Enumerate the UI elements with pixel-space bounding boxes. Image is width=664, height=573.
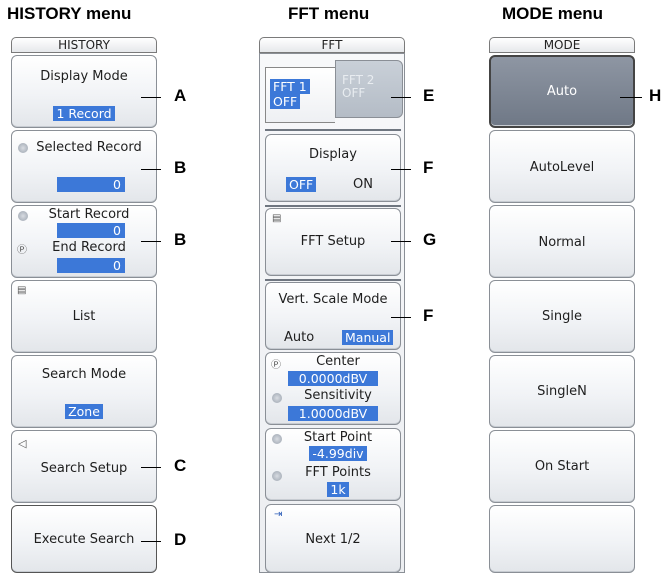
mode-menu-heading: MODE menu bbox=[502, 4, 604, 23]
tab-fft2[interactable]: FFT 2 OFF bbox=[335, 60, 403, 118]
callout-line bbox=[391, 169, 411, 170]
tab-fft1[interactable]: FFT 1 OFF bbox=[265, 67, 335, 123]
callout-line bbox=[141, 467, 161, 468]
sensitivity-label: Sensitivity bbox=[304, 388, 372, 403]
divider bbox=[265, 279, 401, 281]
mode-singlen-label: SingleN bbox=[537, 384, 587, 399]
mode-auto-label: Auto bbox=[546, 84, 578, 99]
search-mode-label: Search Mode bbox=[41, 367, 127, 382]
start-end-record-button[interactable]: Start Record 0 Ⓟ End Record 0 bbox=[11, 205, 157, 278]
tab-fft1-line1: FFT 1 bbox=[270, 79, 310, 94]
execute-search-label: Execute Search bbox=[33, 532, 135, 547]
end-record-value: 0 bbox=[57, 258, 125, 273]
callout-line bbox=[141, 97, 161, 98]
callout-b2: B bbox=[174, 230, 187, 249]
callout-line bbox=[620, 97, 642, 98]
sensitivity-value: 1.0000dBV bbox=[288, 406, 378, 421]
fft-setup-button[interactable]: ▤ FFT Setup bbox=[265, 208, 401, 276]
next-page-label: Next 1/2 bbox=[305, 532, 361, 547]
fft-points-value: 1k bbox=[327, 482, 349, 497]
mode-onstart-button[interactable]: On Start bbox=[489, 430, 635, 503]
vert-scale-mode-label: Vert. Scale Mode bbox=[278, 292, 388, 307]
display-button[interactable]: Display OFF ON bbox=[265, 134, 401, 202]
next-page-icon: ⇥ bbox=[274, 509, 283, 520]
callout-e: E bbox=[423, 86, 435, 105]
center-sensitivity-button[interactable]: Ⓟ Center 0.0000dBV Sensitivity 1.0000dBV bbox=[265, 352, 401, 425]
center-value: 0.0000dBV bbox=[288, 371, 378, 386]
fft-menu-heading: FFT menu bbox=[288, 4, 370, 23]
divider bbox=[265, 129, 401, 131]
start-record-label: Start Record bbox=[48, 207, 130, 222]
execute-search-button[interactable]: Execute Search bbox=[11, 505, 157, 573]
mode-auto-button[interactable]: Auto bbox=[489, 55, 635, 128]
start-point-fft-points-button[interactable]: Start Point -4.99div FFT Points 1k bbox=[265, 428, 401, 501]
callout-line bbox=[141, 241, 161, 242]
tab-fft1-line2: OFF bbox=[270, 94, 301, 109]
search-mode-button[interactable]: Search Mode Zone bbox=[11, 355, 157, 428]
vert-manual-value: Manual bbox=[342, 330, 394, 345]
display-mode-button[interactable]: Display Mode 1 Record bbox=[11, 55, 157, 128]
callout-b1: B bbox=[174, 158, 187, 177]
history-menu-heading: HISTORY menu bbox=[7, 4, 132, 23]
mode-single-button[interactable]: Single bbox=[489, 280, 635, 353]
mode-autolevel-button[interactable]: AutoLevel bbox=[489, 130, 635, 203]
fft-points-label: FFT Points bbox=[305, 465, 371, 480]
mode-onstart-label: On Start bbox=[534, 459, 590, 474]
search-mode-value: Zone bbox=[65, 404, 103, 419]
callout-line bbox=[141, 169, 161, 170]
fft-setup-label: FFT Setup bbox=[300, 234, 366, 249]
selected-record-label: Selected Record bbox=[36, 140, 142, 155]
callout-f2: F bbox=[423, 306, 434, 325]
list-icon: ▤ bbox=[272, 213, 282, 224]
vert-scale-mode-button[interactable]: Vert. Scale Mode Auto Manual bbox=[265, 282, 401, 350]
divider bbox=[265, 205, 401, 207]
display-mode-label: Display Mode bbox=[40, 69, 128, 84]
start-record-value: 0 bbox=[57, 223, 125, 238]
mode-normal-button[interactable]: Normal bbox=[489, 205, 635, 278]
mode-panel-title: MODE bbox=[489, 37, 635, 53]
search-setup-label: Search Setup bbox=[40, 461, 128, 476]
mode-autolevel-label: AutoLevel bbox=[529, 160, 595, 175]
mode-single-label: Single bbox=[542, 309, 582, 324]
end-record-label: End Record bbox=[52, 240, 126, 255]
mode-empty-button[interactable] bbox=[489, 505, 635, 573]
callout-a: A bbox=[174, 86, 187, 105]
mode-singlen-button[interactable]: SingleN bbox=[489, 355, 635, 428]
display-off-value: OFF bbox=[286, 177, 317, 192]
selected-record-value: 0 bbox=[57, 177, 125, 192]
callout-line bbox=[391, 241, 411, 242]
callout-c: C bbox=[174, 456, 187, 475]
list-button[interactable]: ▤ List bbox=[11, 280, 157, 353]
callout-line bbox=[141, 541, 161, 542]
start-point-label: Start Point bbox=[303, 430, 373, 445]
callout-g: G bbox=[423, 230, 437, 249]
callout-line bbox=[391, 317, 411, 318]
list-label: List bbox=[72, 309, 96, 324]
display-on-option: ON bbox=[353, 177, 373, 192]
next-page-button[interactable]: ⇥ Next 1/2 bbox=[265, 504, 401, 573]
selected-record-button[interactable]: Selected Record 0 bbox=[11, 130, 157, 203]
callout-f1: F bbox=[423, 158, 434, 177]
tab-fft2-line1: FFT 2 bbox=[342, 73, 375, 87]
center-label: Center bbox=[316, 354, 360, 369]
search-setup-button[interactable]: ◁ Search Setup bbox=[11, 430, 157, 503]
callout-line bbox=[391, 97, 411, 98]
start-point-value: -4.99div bbox=[309, 446, 367, 461]
triangle-left-icon: ◁ bbox=[18, 437, 27, 450]
list-icon: ▤ bbox=[17, 285, 27, 296]
display-label: Display bbox=[309, 147, 357, 162]
history-panel-title: HISTORY bbox=[11, 37, 157, 53]
callout-d: D bbox=[174, 530, 187, 549]
fft-panel-title: FFT bbox=[259, 37, 405, 53]
display-mode-value: 1 Record bbox=[53, 106, 115, 121]
mode-normal-label: Normal bbox=[538, 235, 586, 250]
tab-fft2-line2: OFF bbox=[342, 86, 366, 100]
callout-h: H bbox=[649, 86, 662, 105]
